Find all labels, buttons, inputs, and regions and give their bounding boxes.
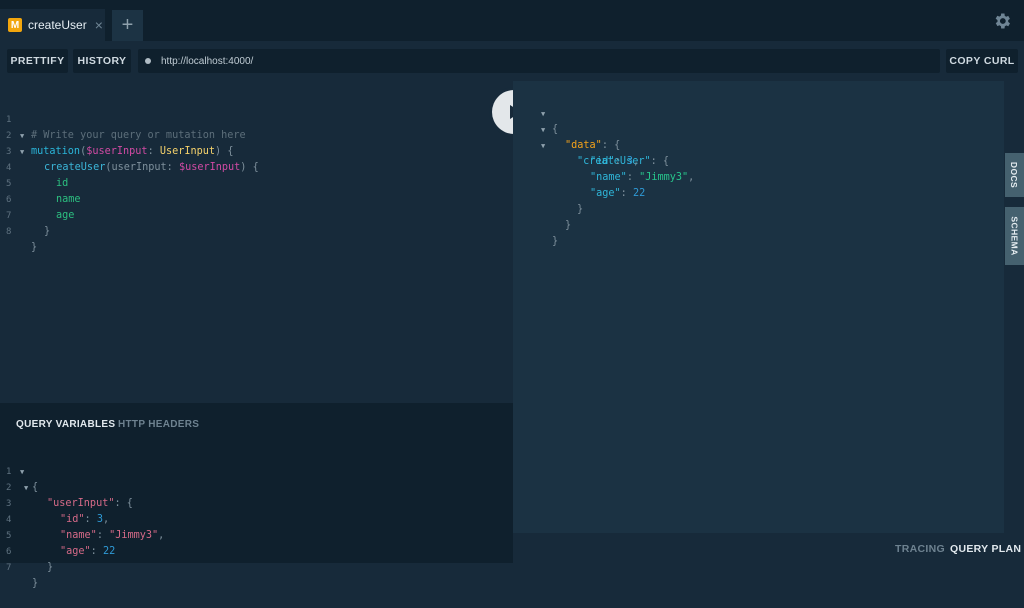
editor-line: 8 } [6, 227, 38, 253]
fold-icon: ▼ [541, 142, 546, 150]
result-line: ▼ "data": { [513, 106, 620, 151]
prettify-button[interactable]: PRETTIFY [7, 49, 68, 73]
url-text: http://localhost:4000/ [161, 55, 254, 67]
variables-line: 2 ▼ "userInput": { [0, 464, 133, 509]
variables-pane: QUERY VARIABLES HTTP HEADERS 1 ▼ { 2 ▼ "us… [0, 403, 513, 589]
editor-line: 2 ▼ mutation($userInput: UserInput) { [0, 112, 233, 157]
variables-line: 4 "name": "Jimmy3", [6, 515, 165, 541]
variables-line: 7 } [6, 563, 39, 589]
tab-createuser[interactable]: M createUser × [0, 9, 105, 41]
variables-line: 3 "id": 3, [6, 499, 110, 525]
result-line: "id": 3, [590, 156, 640, 167]
result-footer: TRACING QUERY PLAN [513, 533, 1024, 563]
variables-line: 6 } [6, 547, 54, 573]
result-line: } [577, 204, 584, 215]
editor-line: 3 ▼ createUser(userInput: $userInput) { [0, 128, 259, 173]
editor-line: 6 age [6, 195, 75, 221]
schema-tab[interactable]: SCHEMA [1005, 207, 1024, 265]
tab-title: createUser [28, 18, 87, 32]
tab-close-icon[interactable]: × [95, 17, 103, 33]
editor-line: 1 # Write your query or mutation here [6, 115, 246, 141]
variables-line: 5 "age": 22 [6, 531, 116, 557]
url-bar[interactable]: http://localhost:4000/ [138, 49, 940, 73]
result-line: } [552, 236, 559, 247]
add-tab-button[interactable]: + [112, 10, 143, 41]
tab-query-variables[interactable]: QUERY VARIABLES [16, 419, 115, 430]
result-line: ▼ { [513, 90, 558, 135]
fold-icon: ▼ [541, 126, 546, 134]
history-button[interactable]: HISTORY [73, 49, 131, 73]
tab-bar: M createUser × + [0, 0, 1024, 41]
docs-tab[interactable]: DOCS [1005, 153, 1024, 197]
result-line: ▼ "createUser": { [513, 122, 669, 167]
editor-line: 5 name [6, 179, 81, 205]
variables-line: 1 ▼ { [0, 448, 38, 493]
tracing-tab[interactable]: TRACING [895, 543, 945, 555]
copy-curl-button[interactable]: COPY CURL [946, 49, 1018, 73]
result-line: } [565, 220, 572, 231]
result-line: "age": 22 [590, 188, 646, 199]
result-pane: ▼ { ▼ "data": { ▼ "createUser": { "id": … [513, 81, 1004, 533]
connection-status-dot [145, 58, 151, 64]
query-plan-tab[interactable]: QUERY PLAN [950, 543, 1021, 555]
editor-line: 7 } [6, 211, 51, 237]
fold-icon: ▼ [541, 110, 546, 118]
result-line: "name": "Jimmy3", [590, 172, 695, 183]
tab-http-headers[interactable]: HTTP HEADERS [118, 419, 199, 430]
toolbar: PRETTIFY HISTORY http://localhost:4000/ … [0, 41, 1024, 81]
query-editor[interactable]: 1 # Write your query or mutation here 2 ▼… [0, 81, 513, 403]
editor-line: 4 id [6, 163, 69, 189]
gear-icon[interactable] [992, 11, 1012, 31]
tab-badge: M [8, 18, 22, 32]
